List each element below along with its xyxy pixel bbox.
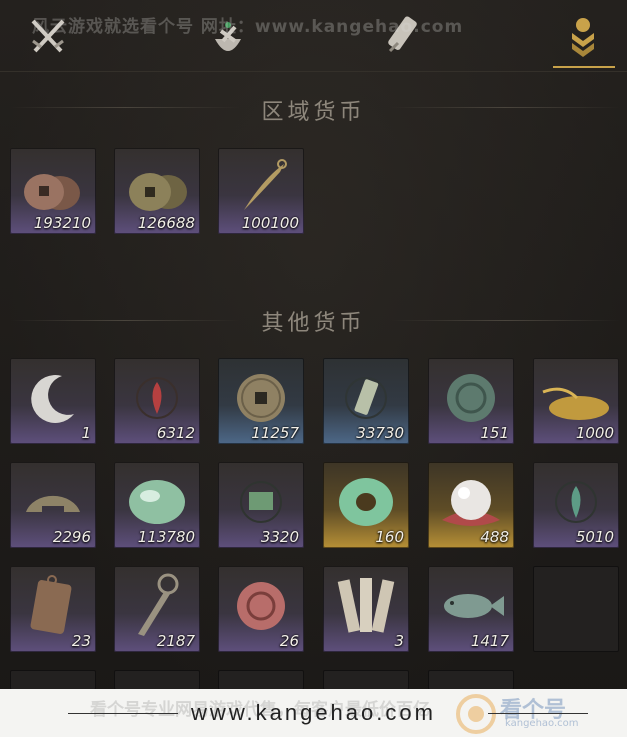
empty-slot	[114, 670, 200, 690]
empty-slot	[218, 670, 304, 690]
currency-tile[interactable]: 3	[323, 566, 409, 652]
currency-tile[interactable]: 3320	[218, 462, 304, 548]
currency-tile[interactable]: 126688	[114, 148, 200, 234]
item-count: 126688	[137, 214, 195, 232]
currency-tile[interactable]: 11257	[218, 358, 304, 444]
currency-tile[interactable]: 151	[428, 358, 514, 444]
item-count: 1417	[470, 632, 509, 650]
currency-tile[interactable]: 23	[10, 566, 96, 652]
item-count: 6312	[156, 424, 195, 442]
divider	[0, 71, 627, 72]
tab-currency[interactable]	[555, 8, 611, 64]
divider	[390, 107, 620, 108]
currency-tile[interactable]: 488	[428, 462, 514, 548]
item-count: 11257	[251, 424, 299, 442]
item-count: 5010	[575, 528, 614, 546]
watermark-text: 风云游戏就选看个号 网址：www.kangehao.com	[32, 17, 464, 37]
item-count: 2296	[52, 528, 91, 546]
item-count: 160	[375, 528, 404, 546]
currency-tile[interactable]: 5010	[533, 462, 619, 548]
item-count: 1	[81, 424, 91, 442]
currency-chevron-icon	[572, 18, 594, 57]
currency-tile[interactable]: 100100	[218, 148, 304, 234]
currency-tile[interactable]: 6312	[114, 358, 200, 444]
currency-tile[interactable]: 1000	[533, 358, 619, 444]
item-count: 113780	[137, 528, 195, 546]
currency-tile[interactable]: 1417	[428, 566, 514, 652]
item-count: 488	[480, 528, 509, 546]
item-count: 193210	[33, 214, 91, 232]
item-count: 23	[71, 632, 91, 650]
currency-tile[interactable]: 113780	[114, 462, 200, 548]
empty-slot	[533, 566, 619, 652]
currency-tile[interactable]: 2296	[10, 462, 96, 548]
item-count: 2187	[156, 632, 195, 650]
section-title-regional: 区域货币	[261, 100, 366, 125]
item-count: 100100	[241, 214, 299, 232]
currency-tile[interactable]: 26	[218, 566, 304, 652]
item-count: 1000	[575, 424, 614, 442]
item-count: 3	[394, 632, 404, 650]
active-tab-indicator	[553, 66, 615, 68]
divider	[488, 713, 588, 714]
item-count: 151	[480, 424, 509, 442]
section-title-other: 其他货币	[261, 311, 366, 336]
item-count: 26	[279, 632, 299, 650]
empty-slot	[323, 670, 409, 690]
empty-slot	[10, 670, 96, 690]
item-count: 3320	[260, 528, 299, 546]
currency-tile[interactable]: 193210	[10, 148, 96, 234]
divider	[390, 320, 620, 321]
currency-tile[interactable]: 2187	[114, 566, 200, 652]
currency-tile[interactable]: 160	[323, 462, 409, 548]
currency-tile[interactable]: 33730	[323, 358, 409, 444]
tab-bar: 风云游戏就选看个号 网址：www.kangehao.com	[0, 0, 627, 72]
empty-slot	[428, 670, 514, 690]
currency-tile[interactable]: 1	[10, 358, 96, 444]
item-count: 33730	[356, 424, 404, 442]
